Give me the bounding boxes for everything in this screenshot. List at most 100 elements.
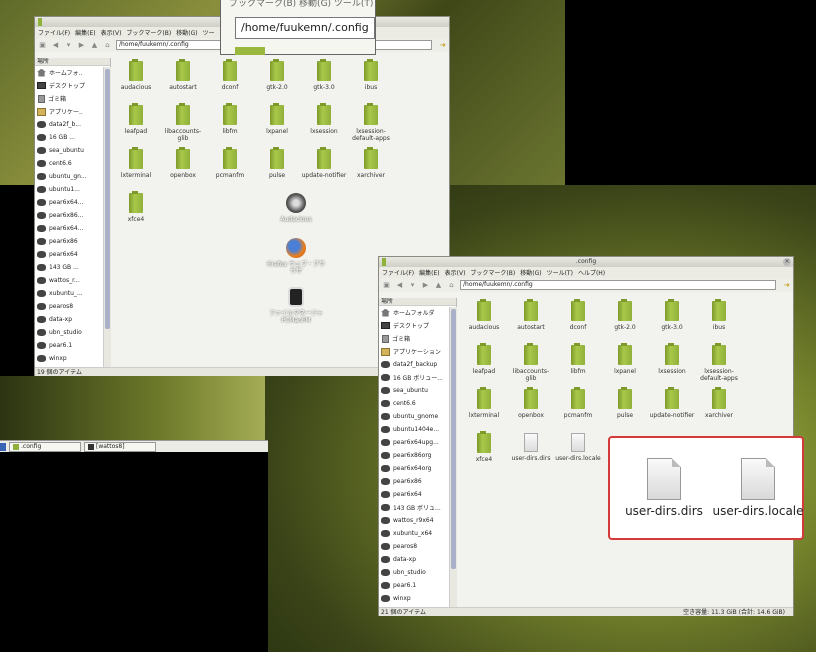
file-item[interactable]: autostart <box>508 299 554 331</box>
desktop-icon-audacious[interactable]: Audacious <box>266 193 326 223</box>
sidebar-item[interactable]: xubuntu_... <box>35 287 110 300</box>
file-user-dirs-dirs[interactable]: user-dirs.dirs <box>618 458 710 519</box>
close-icon[interactable]: × <box>783 258 791 266</box>
sidebar-item[interactable]: アプリケーション <box>379 345 456 358</box>
file-item[interactable]: pulse <box>254 147 300 179</box>
sidebar-item[interactable]: ホームフォ.. <box>35 66 110 79</box>
path-input[interactable]: /home/fuukemn/.config <box>460 280 776 290</box>
file-item[interactable]: libfm <box>555 343 601 375</box>
sidebar-item[interactable]: ゴミ箱 <box>379 332 456 345</box>
sidebar-item[interactable]: pear6x64 <box>35 248 110 261</box>
sidebar-item[interactable]: data-xp <box>35 313 110 326</box>
sidebar-item[interactable]: winxp <box>379 592 456 605</box>
sidebar-item[interactable]: data2f_b... <box>35 118 110 131</box>
sidebar-item[interactable]: pear6x64upg... <box>379 436 456 449</box>
sidebar-item[interactable]: pear6.1 <box>379 579 456 592</box>
sidebar-item[interactable]: sea_ubuntu <box>379 384 456 397</box>
sidebar-item[interactable]: 16 GB ... <box>35 131 110 144</box>
up-icon[interactable]: ▲ <box>434 281 443 290</box>
file-user-dirs-locale[interactable]: user-dirs.locale <box>712 458 804 519</box>
desktop-icon-firefox[interactable]: Firefox ウェブ・ブラウザ <box>266 238 326 275</box>
desktop-icon-pcmanfm[interactable]: ファイルマネージャ PCManFM <box>266 287 326 324</box>
file-item[interactable]: update-notifier <box>649 387 695 419</box>
file-item[interactable]: gtk-2.0 <box>254 59 300 91</box>
file-item[interactable]: ibus <box>348 59 394 91</box>
sidebar-scrollbar[interactable] <box>449 307 457 607</box>
sidebar-item[interactable]: pearos8 <box>379 540 456 553</box>
file-item[interactable]: dconf <box>207 59 253 91</box>
scrollbar-thumb[interactable] <box>451 309 456 569</box>
file-item[interactable]: lxpanel <box>254 103 300 135</box>
file-item[interactable]: openbox <box>508 387 554 419</box>
file-item[interactable]: libaccounts-glib <box>508 343 554 382</box>
up-icon[interactable]: ▲ <box>90 41 99 50</box>
menu-item[interactable]: ツー <box>203 28 215 37</box>
file-item[interactable]: xarchiver <box>348 147 394 179</box>
file-item[interactable]: gtk-3.0 <box>649 299 695 331</box>
menu-item[interactable]: ブックマーク(B) <box>470 268 515 277</box>
task-config[interactable]: .config <box>9 441 81 452</box>
file-item[interactable]: lxterminal <box>113 147 159 179</box>
go-icon[interactable]: ➜ <box>440 41 449 50</box>
sidebar-item[interactable]: data-xp <box>379 553 456 566</box>
sidebar-item[interactable]: wattos_r9x64 <box>379 514 456 527</box>
sidebar-item[interactable]: ubuntu1404e... <box>379 423 456 436</box>
sidebar-item[interactable]: pear6x64 <box>379 488 456 501</box>
sidebar-item[interactable]: ゴミ箱 <box>35 92 110 105</box>
file-item[interactable]: lxsession <box>649 343 695 375</box>
file-item[interactable]: lxterminal <box>461 387 507 419</box>
menu-item[interactable]: ファイル(F) <box>38 28 70 37</box>
file-item[interactable]: leafpad <box>461 343 507 375</box>
sidebar-item[interactable]: pearos8 <box>35 300 110 313</box>
new-tab-icon[interactable]: ▣ <box>382 281 391 290</box>
history-icon[interactable]: ▾ <box>408 281 417 290</box>
sidebar-item[interactable]: ubn_studio <box>379 566 456 579</box>
file-item[interactable]: xfce4 <box>461 431 507 463</box>
sidebar-item[interactable]: ubuntu1... <box>35 183 110 196</box>
sidebar-item[interactable]: ホームフォルダ <box>379 306 456 319</box>
file-item[interactable]: gtk-2.0 <box>602 299 648 331</box>
sidebar-item[interactable]: pear6x64org <box>379 462 456 475</box>
file-item[interactable]: libaccounts-glib <box>160 103 206 142</box>
sidebar-item[interactable]: 143 GB ... <box>35 261 110 274</box>
file-item[interactable]: gtk-3.0 <box>301 59 347 91</box>
file-item[interactable]: lxsession <box>301 103 347 135</box>
sidebar-item[interactable]: pear6x86 <box>35 235 110 248</box>
menu-item[interactable]: 編集(E) <box>419 268 439 277</box>
forward-icon[interactable]: ▶ <box>77 41 86 50</box>
file-item[interactable]: autostart <box>160 59 206 91</box>
sidebar-item[interactable]: 143 GB ボリュ... <box>379 501 456 514</box>
file-item[interactable]: leafpad <box>113 103 159 135</box>
file-item[interactable]: libfm <box>207 103 253 135</box>
file-item[interactable]: pcmanfm <box>207 147 253 179</box>
menu-item[interactable]: 編集(E) <box>75 28 95 37</box>
forward-icon[interactable]: ▶ <box>421 281 430 290</box>
file-item[interactable]: user-dirs.dirs <box>508 433 554 462</box>
file-item[interactable]: update-notifier <box>301 147 347 179</box>
menu-item[interactable]: 移動(G) <box>520 268 541 277</box>
file-item[interactable]: openbox <box>160 147 206 179</box>
sidebar-item[interactable]: cent6.6 <box>35 157 110 170</box>
file-item[interactable]: lxsession-default-apps <box>696 343 742 382</box>
menu-item[interactable]: ヘルプ(H) <box>578 268 605 277</box>
file-item[interactable]: audacious <box>113 59 159 91</box>
sidebar-item[interactable]: wattos_r... <box>35 274 110 287</box>
history-icon[interactable]: ▾ <box>64 41 73 50</box>
sidebar-item[interactable]: pear6x86org <box>379 449 456 462</box>
file-item[interactable]: user-dirs.locale <box>555 433 601 462</box>
home-icon[interactable]: ⌂ <box>447 281 456 290</box>
file-item[interactable]: pulse <box>602 387 648 419</box>
sidebar-item[interactable]: デスクトップ <box>35 79 110 92</box>
back-icon[interactable]: ◀ <box>51 41 60 50</box>
new-tab-icon[interactable]: ▣ <box>38 41 47 50</box>
sidebar-item[interactable]: winxp <box>35 352 110 365</box>
file-item[interactable]: lxpanel <box>602 343 648 375</box>
sidebar-item[interactable]: ubuntu_gnome <box>379 410 456 423</box>
sidebar-item[interactable]: アプリケー.. <box>35 105 110 118</box>
go-icon[interactable]: ➜ <box>784 281 793 290</box>
file-item[interactable]: xfce4 <box>113 191 159 223</box>
sidebar-item[interactable]: pear6x64... <box>35 222 110 235</box>
sidebar-item[interactable]: ubuntu_gn... <box>35 170 110 183</box>
file-item[interactable]: ibus <box>696 299 742 331</box>
file-item[interactable]: xarchiver <box>696 387 742 419</box>
